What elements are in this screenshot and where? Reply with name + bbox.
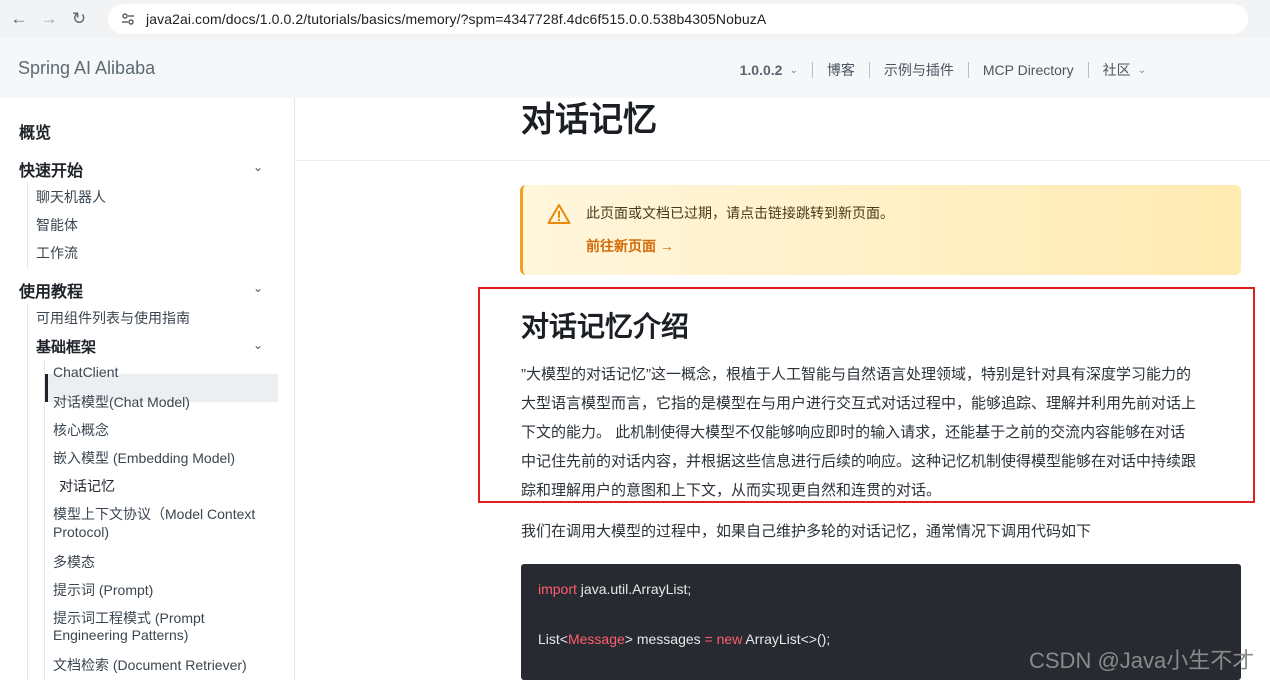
title-divider (296, 160, 1270, 161)
site-header: Spring AI Alibaba 1.0.0.2 ⌄ 博客 示例与插件 MCP… (0, 38, 1270, 98)
paragraph-line: ”大模型的对话记忆”这一概念，根植于人工智能与自然语言处理领域，特别是针对具有深… (521, 366, 1191, 383)
sidebar-item-quickstart[interactable]: 快速开始 (19, 157, 83, 181)
sidebar-item-components[interactable]: 可用组件列表与使用指南 (36, 308, 190, 328)
sidebar-item-embedding-model[interactable]: 嵌入模型 (Embedding Model) (53, 448, 235, 468)
chevron-down-icon: ⌄ (789, 64, 798, 76)
forward-arrow-icon[interactable]: → (34, 4, 64, 34)
top-nav: 1.0.0.2 ⌄ 博客 示例与插件 MCP Directory 社区 ⌄ (726, 60, 1160, 80)
code-line: List<Message> messages = new ArrayList<>… (538, 631, 830, 647)
site-settings-icon[interactable] (118, 9, 138, 29)
browser-toolbar: ← → ↻ java2ai.com/docs/1.0.0.2/tutorials… (0, 0, 1270, 38)
tree-guide-line (27, 182, 28, 268)
url-text[interactable]: java2ai.com/docs/1.0.0.2/tutorials/basic… (146, 11, 766, 27)
site-brand[interactable]: Spring AI Alibaba (18, 58, 155, 79)
sidebar-item-document-retriever[interactable]: 文档检索 (Document Retriever) (53, 655, 247, 675)
nav-blog[interactable]: 博客 (813, 60, 869, 80)
sidebar-item-chatclient[interactable]: ChatClient (53, 364, 118, 380)
code-line: import java.util.ArrayList; (538, 581, 691, 597)
community-label: 社区 (1102, 62, 1131, 78)
code-text: ArrayList<>(); (742, 631, 831, 647)
paragraph-line: 下文的能力。 此机制使得大模型不仅能够响应即时的输入请求，还能基于之前的交流内容… (521, 424, 1186, 441)
tree-guide-line (27, 304, 28, 680)
sidebar-item-prompt-patterns[interactable]: 提示词工程模式 (Prompt (53, 608, 205, 628)
sidebar-item-workflow[interactable]: 工作流 (36, 243, 78, 263)
reload-icon[interactable]: ↻ (64, 4, 94, 34)
sidebar-item-mcp[interactable]: 模型上下文协议（Model Context (53, 504, 255, 524)
notice-text: 此页面或文档已过期，请点击链接跳转到新页面。 (586, 205, 894, 221)
section-title: 对话记忆介绍 (521, 311, 690, 342)
sidebar-item-prompt-patterns-line2[interactable]: Engineering Patterns) (53, 627, 188, 643)
nav-examples[interactable]: 示例与插件 (870, 60, 968, 80)
chevron-down-icon[interactable]: ⌄ (253, 281, 263, 295)
code-text: java.util.ArrayList; (576, 581, 692, 597)
sidebar-item-prompt[interactable]: 提示词 (Prompt) (53, 580, 153, 600)
sidebar-item-basics[interactable]: 基础框架 (36, 336, 96, 357)
new-page-link[interactable]: 前往新页面 → (586, 236, 674, 256)
back-arrow-icon[interactable]: ← (4, 4, 34, 34)
chevron-down-icon[interactable]: ⌄ (253, 160, 263, 174)
chevron-down-icon[interactable]: ⌄ (253, 338, 263, 352)
code-text: List< (538, 631, 568, 647)
sidebar-item-mcp-line2[interactable]: Protocol) (53, 524, 109, 540)
sidebar-item-core-concepts[interactable]: 核心概念 (53, 420, 109, 440)
intro-paragraph: ”大模型的对话记忆”这一概念，根植于人工智能与自然语言处理领域，特别是针对具有深… (521, 360, 1245, 505)
code-operator: = (704, 631, 713, 647)
code-keyword: new (712, 631, 743, 647)
nav-mcp-directory[interactable]: MCP Directory (969, 62, 1088, 78)
paragraph-line: 中记住先前的对话内容，并根据这些信息进行后续的响应。这种记忆机制使得模型能够在对… (521, 453, 1197, 470)
code-type: Message (567, 631, 625, 647)
watermark: CSDN @Java小生不才 (1029, 648, 1255, 673)
chevron-down-icon: ⌄ (1137, 64, 1146, 76)
sidebar-item-memory[interactable]: 对话记忆 (59, 476, 115, 496)
paragraph-line: 大型语言模型而言，它指的是模型在与用户进行交互式对话过程中，能够追踪、理解并利用… (521, 395, 1197, 412)
version-dropdown[interactable]: 1.0.0.2 ⌄ (726, 62, 812, 78)
sidebar-item-multimodal[interactable]: 多模态 (53, 552, 95, 572)
address-bar[interactable]: java2ai.com/docs/1.0.0.2/tutorials/basic… (108, 4, 1248, 34)
community-dropdown[interactable]: 社区 ⌄ (1089, 60, 1160, 80)
sidebar-item-overview[interactable]: 概览 (19, 119, 51, 143)
sidebar-active-indicator (45, 374, 48, 402)
sidebar-item-chat-model[interactable]: 对话模型(Chat Model) (53, 392, 190, 412)
code-text: > messages (624, 631, 705, 647)
tree-guide-line (44, 360, 45, 680)
warning-icon (547, 203, 571, 230)
page-title: 对话记忆 (521, 101, 657, 139)
deprecation-notice: 此页面或文档已过期，请点击链接跳转到新页面。 前往新页面 → (520, 185, 1241, 275)
paragraph-line: 踪和理解用户的意图和上下文，从而实现更自然和连贯的对话。 (521, 482, 942, 499)
sidebar-item-agent[interactable]: 智能体 (36, 215, 78, 235)
sidebar-item-chatbot[interactable]: 聊天机器人 (36, 187, 106, 207)
sidebar-item-tutorials[interactable]: 使用教程 (19, 278, 83, 302)
usage-paragraph: 我们在调用大模型的过程中，如果自己维护多轮的对话记忆，通常情况下调用代码如下 (521, 523, 1092, 540)
version-label: 1.0.0.2 (739, 62, 783, 78)
code-keyword: import (538, 581, 577, 597)
